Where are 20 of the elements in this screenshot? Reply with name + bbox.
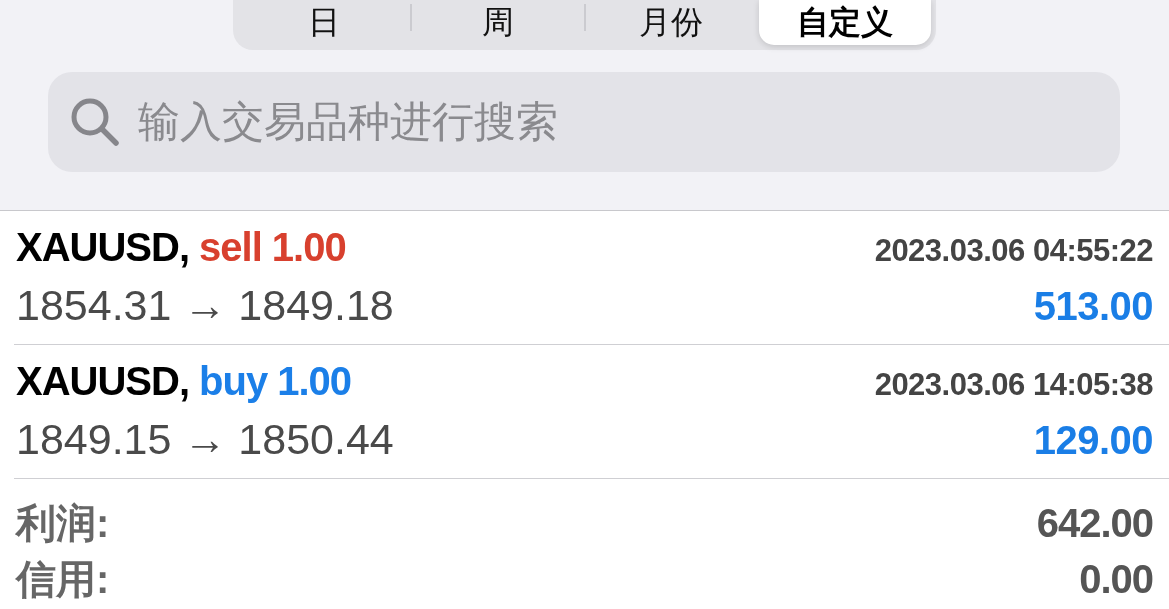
segment-tab[interactable]: 自定义 <box>759 0 931 45</box>
summary-label: 信用: <box>16 556 110 603</box>
order-label: buy 1.00 <box>199 358 352 405</box>
trade-time: 2023.03.06 04:55:22 <box>874 232 1153 270</box>
profit-amount: 129.00 <box>1033 417 1153 464</box>
symbol-label: XAUUSD, <box>16 224 190 271</box>
symbol-label: XAUUSD, <box>16 358 190 405</box>
price-range: 1854.31 → 1849.18 <box>16 280 394 331</box>
segment-tab[interactable]: 月份 <box>585 0 758 45</box>
segment-tab[interactable]: 周 <box>411 0 584 45</box>
search-field[interactable]: 输入交易品种进行搜索 <box>48 72 1120 172</box>
order-label: sell 1.00 <box>199 224 346 271</box>
segment-tab[interactable]: 日 <box>238 0 410 45</box>
summary-label: 利润: <box>16 500 110 547</box>
summary-value: 0.00 <box>1079 556 1153 603</box>
price-range: 1849.15 → 1850.44 <box>16 414 394 465</box>
profit-amount: 513.00 <box>1033 283 1153 330</box>
trade-time: 2023.03.06 14:05:38 <box>874 366 1153 404</box>
summary-value: 642.00 <box>1036 500 1153 547</box>
search-icon <box>70 97 120 147</box>
